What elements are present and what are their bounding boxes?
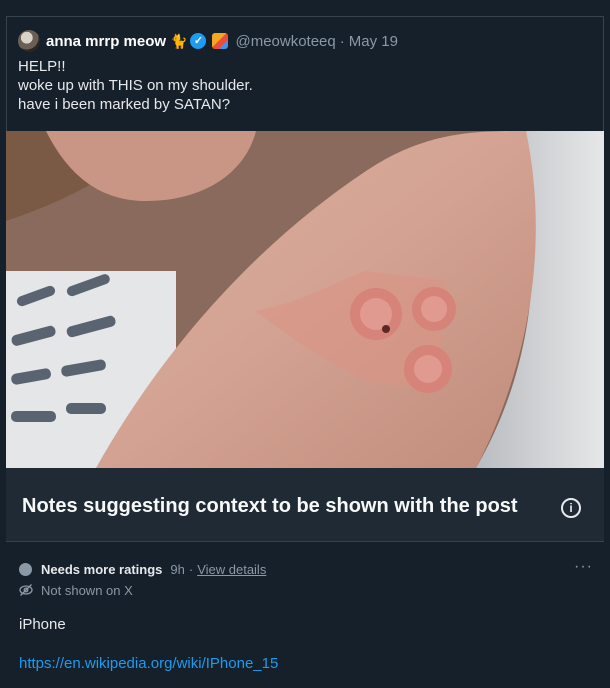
header-separator: · (339, 32, 345, 50)
post-date[interactable]: May 19 (349, 33, 398, 50)
note-visibility: Not shown on X (41, 582, 133, 598)
notes-banner-title: Notes suggesting context to be shown wit… (22, 495, 518, 517)
note-rating-row: Needs more ratings 9h · View details (19, 560, 266, 578)
note-time: 9h (170, 561, 185, 577)
avatar[interactable] (18, 30, 40, 52)
post-text-line: woke up with THIS on my shoulder. (18, 77, 253, 94)
post-text-line: HELP!! (18, 58, 66, 75)
community-note: Needs more ratings 9h · View details ···… (6, 542, 604, 688)
note-status: Needs more ratings (41, 561, 163, 577)
note-visibility-row: Not shown on X (19, 582, 133, 598)
post-text-line: have i been marked by SATAN? (18, 96, 231, 113)
affiliate-badge-icon (212, 33, 229, 49)
more-options-icon[interactable]: ··· (574, 558, 593, 576)
photo-illustration (6, 131, 604, 468)
note-separator: · (188, 561, 194, 577)
post-photo[interactable] (6, 131, 604, 468)
cat-emoji-icon: 🐈 (170, 32, 188, 49)
display-name[interactable]: anna mrrp meow (46, 33, 166, 50)
post-text: HELP!! woke up with THIS on my shoulder.… (18, 57, 578, 114)
user-handle[interactable]: @meowkoteeq (235, 33, 335, 50)
verified-badge-icon: ✓ (190, 33, 207, 49)
notes-banner: Notes suggesting context to be shown wit… (6, 468, 604, 542)
note-body: iPhone (19, 616, 66, 633)
eye-off-icon (19, 584, 33, 596)
status-dot-icon (19, 562, 32, 576)
post-header: anna mrrp meow 🐈 ✓ @meowkoteeq · May 19 (18, 30, 398, 52)
info-icon[interactable]: i (561, 498, 581, 518)
view-details-link[interactable]: View details (197, 562, 266, 577)
note-source-link[interactable]: https://en.wikipedia.org/wiki/IPhone_15 (19, 655, 278, 672)
